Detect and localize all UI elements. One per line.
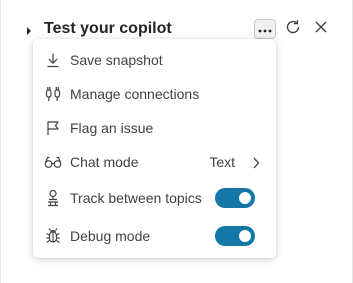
menu-item-label: Save snapshot [70, 52, 163, 68]
track-between-topics-toggle[interactable] [215, 188, 255, 208]
menu-item-save-snapshot[interactable]: Save snapshot [33, 43, 276, 77]
menu-item-chat-mode[interactable]: Chat mode Text [33, 145, 276, 179]
chat-mode-value: Text [209, 154, 235, 170]
toggle-knob [239, 192, 251, 204]
download-icon [44, 51, 62, 69]
menu-item-debug-mode: Debug mode [33, 219, 276, 253]
close-icon [314, 20, 328, 39]
close-button[interactable] [310, 18, 332, 40]
menu-item-label: Track between topics [70, 190, 202, 206]
test-copilot-panel: Test your copilot Save snapshot Manage c… [0, 0, 353, 283]
panel-title: Test your copilot [44, 20, 172, 37]
menu-item-label: Chat mode [70, 154, 139, 170]
chevron-right-icon [252, 156, 260, 174]
options-menu: Save snapshot Manage connections Flag an… [33, 39, 276, 258]
refresh-icon [284, 18, 302, 41]
menu-item-label: Flag an issue [70, 120, 154, 136]
debug-mode-toggle[interactable] [215, 226, 255, 246]
refresh-button[interactable] [282, 18, 304, 40]
more-icon [258, 20, 272, 38]
bug-icon [44, 227, 62, 245]
menu-item-flag-an-issue[interactable]: Flag an issue [33, 111, 276, 145]
menu-item-label: Debug mode [70, 228, 151, 244]
toggle-knob [239, 230, 251, 242]
plug-connected-icon [44, 85, 62, 103]
menu-item-label: Manage connections [70, 86, 200, 102]
topic-tracking-icon [44, 189, 62, 207]
menu-item-track-between-topics: Track between topics [33, 181, 276, 215]
flag-icon [44, 119, 62, 137]
menu-item-manage-connections[interactable]: Manage connections [33, 77, 276, 111]
glasses-icon [44, 153, 62, 171]
caret-right-icon[interactable] [25, 23, 33, 41]
more-options-button[interactable] [254, 19, 276, 39]
